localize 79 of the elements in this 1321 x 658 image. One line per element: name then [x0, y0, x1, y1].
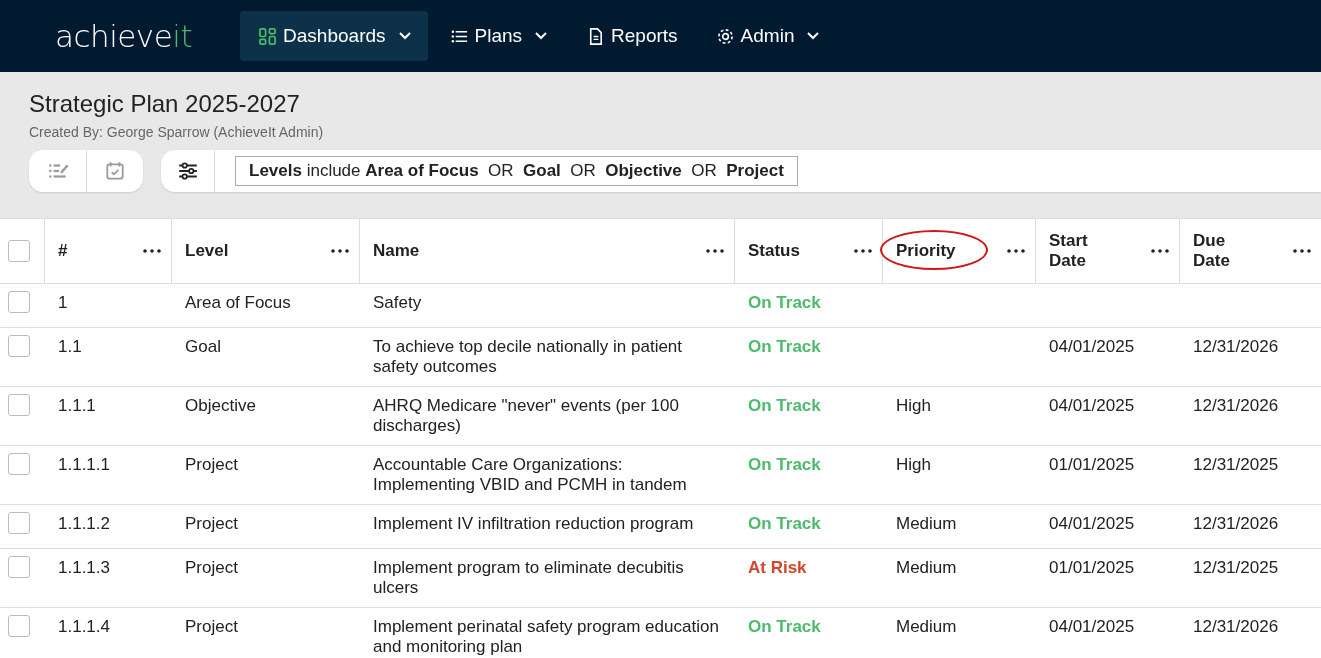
nav-menu-button[interactable]: Reports: [568, 11, 694, 61]
nav-menu-button[interactable]: Plans: [431, 11, 565, 61]
status-label: On Track: [748, 293, 821, 312]
more-options-icon[interactable]: [854, 249, 872, 253]
due-date-cell: 12/31/2026: [1193, 617, 1279, 636]
row-number: 1.1.1.4: [58, 617, 110, 636]
column-header[interactable]: Priority: [896, 241, 956, 261]
row-number: 1.1.1.1: [58, 455, 110, 474]
column-header[interactable]: Level: [185, 241, 245, 261]
row-checkbox[interactable]: [8, 615, 30, 637]
row-checkbox[interactable]: [8, 335, 30, 357]
start-date-cell: 01/01/2025: [1049, 558, 1135, 577]
name-cell: AHRQ Medicare "never" events (per 100 discharges): [373, 396, 679, 435]
more-options-icon[interactable]: [706, 249, 724, 253]
start-date-cell: 04/01/2025: [1049, 337, 1135, 356]
level-cell: Goal: [185, 337, 221, 356]
row-checkbox[interactable]: [8, 394, 30, 416]
sliders-icon: [176, 160, 199, 182]
logo[interactable]: achieveit: [55, 18, 193, 54]
level-cell: Project: [185, 558, 238, 577]
due-date-cell: 12/31/2026: [1193, 337, 1279, 356]
priority-cell: Medium: [896, 514, 957, 533]
status-label: At Risk: [748, 558, 807, 577]
level-cell: Area of Focus: [185, 293, 291, 312]
more-options-icon[interactable]: [1007, 249, 1025, 253]
priority-cell: Medium: [896, 558, 957, 577]
due-date-cell: 12/31/2026: [1193, 514, 1279, 533]
status-label: On Track: [748, 455, 821, 474]
row-number: 1.1: [58, 337, 82, 356]
name-cell: To achieve top decile nationally in patient safety outcomes: [373, 337, 683, 376]
column-header[interactable]: Due Date: [1193, 231, 1253, 271]
due-date-cell: 12/31/2025: [1193, 455, 1279, 474]
select-all-checkbox[interactable]: [8, 240, 30, 262]
row-checkbox[interactable]: [8, 556, 30, 578]
more-options-icon[interactable]: [1293, 249, 1311, 253]
nav-menu-button[interactable]: Admin: [697, 11, 837, 61]
row-number: 1.1.1.2: [58, 514, 110, 533]
start-date-cell: 04/01/2025: [1049, 617, 1135, 636]
name-cell: Safety: [373, 293, 422, 312]
due-date-cell: 12/31/2025: [1193, 558, 1279, 577]
row-number: 1.1.1: [58, 396, 96, 415]
level-cell: Project: [185, 514, 238, 533]
row-number: 1: [58, 293, 68, 312]
status-label: On Track: [748, 617, 821, 636]
column-header[interactable]: Start Date: [1049, 231, 1109, 271]
filter-chip[interactable]: Levels include Area of Focus OR Goal OR Objective OR Project: [235, 156, 798, 186]
start-date-cell: 04/01/2025: [1049, 514, 1135, 533]
level-cell: Project: [185, 617, 238, 636]
name-cell: Accountable Care Organizations: Implementing VBID and PCMH in tandem: [373, 455, 687, 494]
name-cell: Implement perinatal safety program education and monitoring plan: [373, 617, 719, 656]
level-cell: Objective: [185, 396, 256, 415]
status-label: On Track: [748, 337, 821, 356]
column-header[interactable]: Status: [748, 241, 808, 261]
start-date-cell: 04/01/2025: [1049, 396, 1135, 415]
grid-icon: [258, 26, 278, 46]
name-cell: Implement IV infiltration reduction program: [373, 514, 694, 533]
settings-icon: [715, 26, 735, 46]
column-header[interactable]: #: [58, 241, 118, 261]
calendar-check-icon: [104, 160, 126, 182]
row-checkbox[interactable]: [8, 453, 30, 475]
row-checkbox[interactable]: [8, 512, 30, 534]
priority-cell: High: [896, 396, 931, 415]
priority-cell: High: [896, 455, 931, 474]
start-date-cell: 01/01/2025: [1049, 455, 1135, 474]
plan-title: Strategic Plan 2025-2027: [29, 90, 301, 118]
priority-cell: Medium: [896, 617, 957, 636]
nav-menu-button[interactable]: Dashboards: [240, 11, 428, 61]
column-header[interactable]: Name: [373, 241, 433, 261]
more-options-icon[interactable]: [331, 249, 349, 253]
due-date-cell: 12/31/2026: [1193, 396, 1279, 415]
more-options-icon[interactable]: [143, 249, 161, 253]
level-cell: Project: [185, 455, 238, 474]
status-label: On Track: [748, 396, 821, 415]
row-number: 1.1.1.3: [58, 558, 110, 577]
plan-creator: Created By: George Sparrow (AchieveIt Admin): [29, 124, 325, 140]
row-checkbox[interactable]: [8, 291, 30, 313]
more-options-icon[interactable]: [1151, 249, 1169, 253]
name-cell: Implement program to eliminate decubitis ulcers: [373, 558, 684, 597]
status-label: On Track: [748, 514, 821, 533]
